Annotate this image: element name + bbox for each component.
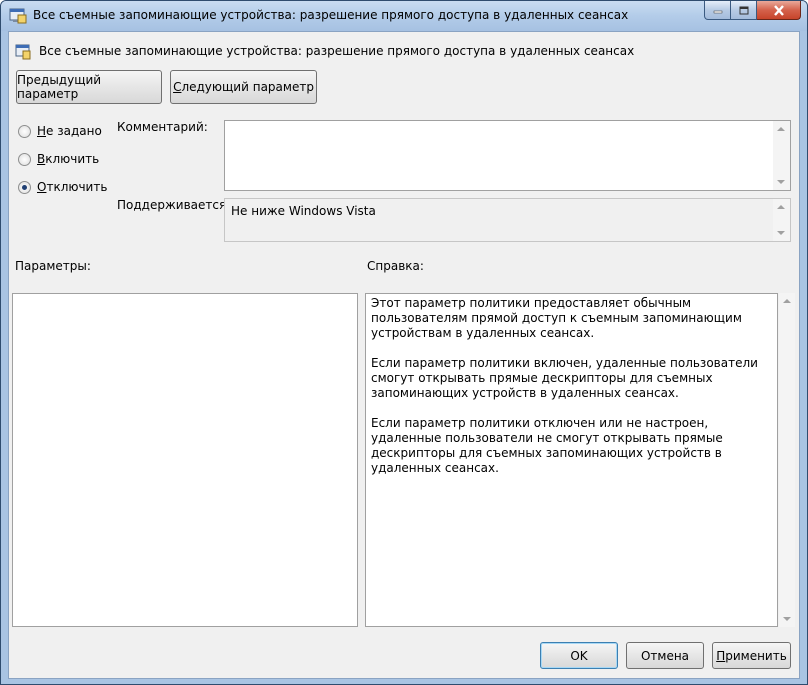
help-label: Справка: [367, 259, 424, 273]
supported-value: Не ниже Windows Vista [231, 204, 376, 218]
dialog-client-area: Все съемные запоминающие устройства: раз… [8, 31, 800, 679]
supported-scrollbar[interactable] [773, 199, 790, 241]
minimize-icon [713, 10, 722, 14]
policy-dialog-window: Все съемные запоминающие устройства: раз… [0, 0, 808, 685]
close-button[interactable] [757, 1, 801, 20]
help-paragraph: Если параметр политики включен, удаленны… [371, 356, 758, 400]
previous-setting-label: Предыдущий параметр [17, 73, 102, 101]
scroll-up-icon[interactable] [777, 205, 785, 209]
cancel-label: Отмена [640, 648, 690, 663]
next-setting-label: Следующий параметр [173, 80, 314, 94]
policy-settings-icon [15, 44, 31, 60]
radio-not-configured[interactable]: Не задано [18, 124, 102, 138]
close-icon [773, 4, 784, 16]
help-text: Этот параметр политики предоставляет обы… [371, 296, 771, 491]
scroll-down-icon[interactable] [777, 231, 785, 235]
params-panel[interactable] [12, 293, 358, 627]
cancel-button[interactable]: Отмена [626, 642, 704, 669]
supported-field: Не ниже Windows Vista [224, 198, 791, 242]
next-setting-button[interactable]: Следующий параметр [170, 70, 317, 104]
comment-scrollbar[interactable] [773, 121, 790, 190]
policy-name: Все съемные запоминающие устройства: раз… [39, 44, 635, 58]
radio-not-configured-label: Не задано [37, 124, 102, 138]
previous-setting-button[interactable]: Предыдущий параметр [16, 70, 162, 104]
policy-settings-icon [9, 8, 27, 24]
params-label: Параметры: [15, 259, 91, 273]
scroll-up-icon[interactable] [777, 127, 785, 131]
apply-button[interactable]: Применить [712, 642, 791, 669]
comment-textarea[interactable] [224, 120, 791, 191]
radio-enabled-label: Включить [37, 152, 100, 166]
supported-label: Поддерживается: [117, 198, 231, 212]
apply-label: Применить [716, 648, 787, 663]
scroll-down-icon[interactable] [783, 617, 791, 621]
help-paragraph: Этот параметр политики предоставляет обы… [371, 296, 742, 340]
radio-disabled-circle[interactable] [18, 180, 31, 194]
comment-label: Комментарий: [117, 120, 208, 134]
radio-enabled-circle[interactable] [18, 152, 31, 166]
help-paragraph: Если параметр политики отключен или не н… [371, 416, 723, 475]
minimize-button[interactable] [704, 1, 731, 20]
maximize-icon [739, 6, 748, 14]
scroll-up-icon[interactable] [783, 299, 791, 303]
radio-enabled[interactable]: Включить [18, 152, 99, 166]
radio-disabled-label: Отключить [37, 180, 108, 194]
radio-not-configured-circle[interactable] [18, 124, 31, 138]
scroll-down-icon[interactable] [777, 180, 785, 184]
ok-button[interactable]: OK [540, 642, 618, 669]
caption-buttons [704, 1, 801, 21]
window-title: Все съемные запоминающие устройства: раз… [33, 8, 629, 22]
radio-disabled[interactable]: Отключить [18, 180, 107, 194]
help-panel[interactable]: Этот параметр политики предоставляет обы… [365, 293, 778, 627]
ok-label: OK [570, 648, 588, 663]
maximize-button[interactable] [731, 1, 757, 20]
title-bar[interactable]: Все съемные запоминающие устройства: раз… [1, 1, 807, 31]
help-scrollbar[interactable] [779, 293, 795, 627]
